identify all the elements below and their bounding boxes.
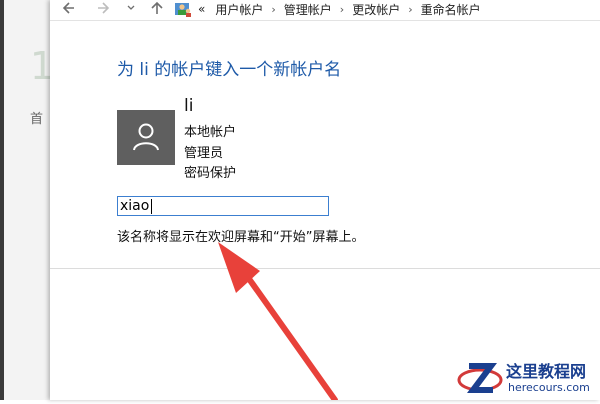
arrow-right-icon[interactable] (96, 0, 110, 18)
user-icon (133, 123, 159, 151)
account-name: li (184, 96, 194, 116)
account-role: 管理员 (184, 146, 224, 161)
chevron-down-icon[interactable] (126, 0, 136, 18)
account-password-status: 密码保护 (184, 166, 237, 181)
text-caret (151, 199, 152, 214)
arrow-left-icon[interactable] (62, 0, 76, 18)
breadcrumb-item-manage-accounts[interactable]: 管理帐户 (284, 1, 332, 18)
breadcrumb-item-rename-account[interactable]: 重命名帐户 (421, 1, 481, 18)
breadcrumb-separator-icon: › (271, 2, 276, 16)
background-dark-edge (0, 0, 4, 400)
breadcrumb-separator-icon: › (339, 2, 345, 16)
user-accounts-icon (174, 1, 192, 17)
breadcrumb-item-user-accounts[interactable]: 用户帐户 (215, 1, 263, 18)
watermark-name: 这里教程网 (506, 362, 587, 381)
arrow-up-icon[interactable] (150, 0, 164, 18)
avatar (117, 110, 175, 165)
breadcrumb-item-change-account[interactable]: 更改帐户 (352, 1, 400, 18)
account-type: 本地帐户 (184, 125, 237, 140)
address-bar[interactable]: « 用户帐户 › 管理帐户 › 更改帐户 › 重命名帐户 (174, 0, 481, 18)
page-title: 为 li 的帐户键入一个新帐户名 (117, 60, 342, 80)
name-hint-text: 该名称将显示在欢迎屏幕和“开始”屏幕上。 (117, 230, 365, 245)
navigation-bar: « 用户帐户 › 管理帐户 › 更改帐户 › 重命名帐户 (50, 0, 600, 21)
section-divider (50, 268, 600, 269)
breadcrumb-separator-icon: › (408, 2, 413, 16)
watermark-url: herecours.com (508, 381, 590, 394)
background-small-text: 首 (30, 112, 44, 127)
z-logo-icon (457, 363, 503, 393)
breadcrumb-overflow[interactable]: « (198, 2, 205, 16)
new-account-name-input[interactable] (117, 196, 329, 216)
